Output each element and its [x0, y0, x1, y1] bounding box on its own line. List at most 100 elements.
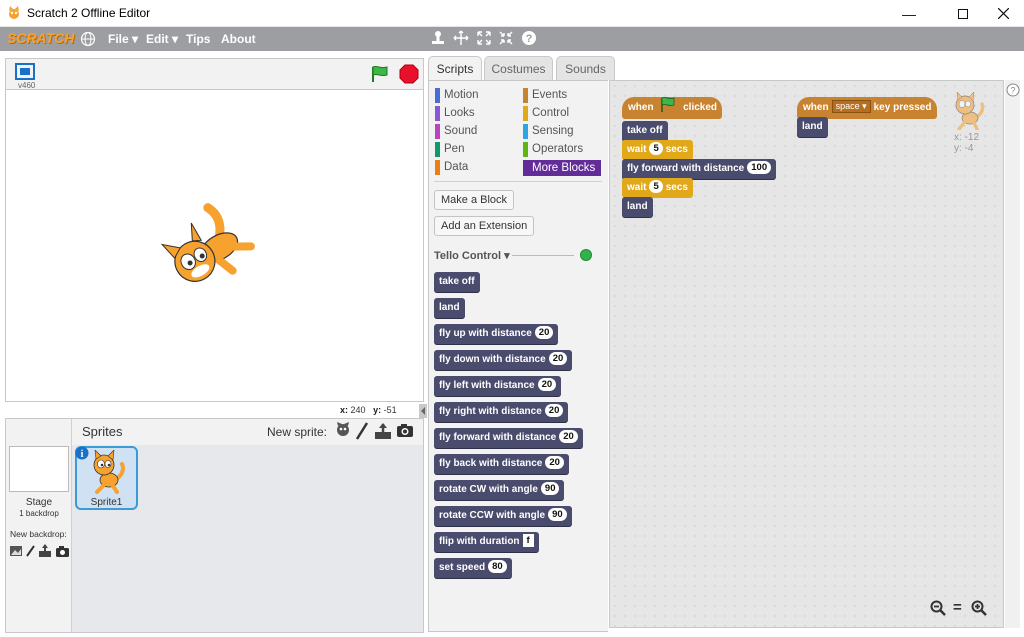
minimize-button[interactable]: —: [886, 0, 932, 27]
scratch-cat-icon: [9, 6, 19, 19]
palette-block-fly-forward[interactable]: fly forward with distance 20: [434, 428, 583, 448]
add-extension-button[interactable]: Add an Extension: [434, 216, 535, 236]
palette-block-take-off[interactable]: take off: [434, 272, 480, 292]
help-icon[interactable]: ?: [521, 30, 537, 46]
new-sprite-camera-icon[interactable]: [396, 423, 414, 438]
arg-input[interactable]: 20: [548, 352, 568, 365]
stop-sign-icon[interactable]: [399, 64, 419, 84]
palette-block-set-speed[interactable]: set speed 80: [434, 558, 512, 578]
script-block-wait-1[interactable]: wait 5 secs: [622, 140, 693, 160]
collapse-stage-arrow-icon[interactable]: [419, 404, 427, 418]
menu-bar: SCRATCH File ▾ Edit ▾ Tips About ?: [0, 27, 1024, 51]
grow-icon[interactable]: [476, 30, 492, 46]
arg-input[interactable]: 100: [747, 161, 772, 174]
palette-block-fly-left[interactable]: fly left with distance 20: [434, 376, 562, 396]
arg-input[interactable]: 90: [540, 482, 560, 495]
category-events[interactable]: Events: [523, 88, 567, 103]
sprites-header: Sprites New sprite:: [72, 419, 423, 445]
sprite-cat-on-stage[interactable]: [158, 198, 258, 298]
new-backdrop-label: New backdrop:: [10, 529, 67, 539]
close-icon: [997, 8, 1009, 19]
palette-block-fly-up[interactable]: fly up with distance 20: [434, 324, 559, 344]
backdrop-upload-icon: [39, 544, 51, 557]
palette-block-rotate-cw[interactable]: rotate CW with angle 90: [434, 480, 565, 500]
palette-block-fly-down[interactable]: fly down with distance 20: [434, 350, 573, 370]
script-block-land[interactable]: land: [622, 197, 653, 217]
presentation-mode-icon[interactable]: [15, 63, 35, 80]
delete-scissors-icon[interactable]: [453, 30, 469, 46]
category-looks[interactable]: Looks: [435, 106, 475, 121]
sprite1-name: Sprite1: [90, 497, 123, 508]
stage-thumbnail[interactable]: [9, 446, 69, 492]
palette-block-flip[interactable]: flip with duration f: [434, 532, 539, 552]
script-block-take-off[interactable]: take off: [622, 121, 668, 141]
globe-icon[interactable]: [80, 31, 96, 47]
zoom-in-icon[interactable]: [971, 600, 987, 616]
palette-block-fly-back[interactable]: fly back with distance 20: [434, 454, 569, 474]
menu-file[interactable]: File ▾: [108, 32, 138, 46]
category-sensing[interactable]: Sensing: [523, 124, 574, 139]
category-data[interactable]: Data: [435, 160, 468, 175]
stage-backdrop-count: 1 backdrop: [19, 509, 59, 518]
shrink-icon[interactable]: [498, 30, 514, 46]
scripts-scrollbar[interactable]: [1005, 80, 1020, 628]
arg-input[interactable]: 20: [559, 430, 578, 443]
stage-column: Stage 1 backdrop New backdrop:: [6, 419, 72, 632]
sprites-title: Sprites: [82, 424, 123, 439]
extension-menu[interactable]: Tello Control ▾: [434, 249, 510, 262]
arg-input[interactable]: 80: [488, 560, 507, 573]
minimize-icon: —: [902, 5, 916, 22]
stage-canvas[interactable]: [5, 89, 424, 402]
script-block-fly-forward[interactable]: fly forward with distance 100: [622, 159, 777, 179]
extension-status-indicator: [580, 249, 592, 261]
category-sound[interactable]: Sound: [435, 124, 477, 139]
close-window-button[interactable]: [980, 0, 1024, 27]
script2-block-land[interactable]: land: [797, 117, 828, 137]
sprite-position-readout: x: -12 y: -4: [954, 132, 980, 154]
category-operators[interactable]: Operators: [523, 142, 583, 157]
menu-tips[interactable]: Tips: [186, 32, 210, 46]
zoom-out-icon[interactable]: [930, 600, 946, 616]
green-flag-icon: [661, 97, 675, 112]
zoom-reset-button[interactable]: =: [953, 599, 962, 616]
script-hat-key-pressed[interactable]: when space ▾ key pressed: [797, 97, 938, 119]
arg-input[interactable]: f: [522, 534, 534, 547]
category-control[interactable]: Control: [523, 106, 569, 121]
arg-input[interactable]: 20: [534, 326, 554, 339]
arg-input[interactable]: 20: [544, 404, 564, 417]
key-dropdown[interactable]: space ▾: [831, 100, 871, 113]
category-divider: [434, 181, 602, 182]
menu-edit[interactable]: Edit ▾: [146, 32, 178, 46]
category-more-blocks[interactable]: More Blocks: [523, 160, 601, 176]
green-flag-icon[interactable]: [370, 65, 390, 83]
arg-input[interactable]: 5: [649, 180, 663, 193]
palette-block-rotate-ccw[interactable]: rotate CCW with angle 90: [434, 506, 572, 526]
help-circle-icon[interactable]: ?: [1006, 83, 1020, 97]
sprite-thumbnail-sprite1[interactable]: i Sprite1: [75, 446, 138, 510]
scratch-logo[interactable]: SCRATCH: [7, 30, 74, 46]
palette-block-fly-right[interactable]: fly right with distance 20: [434, 402, 569, 422]
arg-input[interactable]: 20: [545, 456, 564, 469]
category-motion[interactable]: Motion: [435, 88, 479, 103]
new-backdrop-icons: [10, 544, 69, 557]
maximize-icon: [958, 8, 968, 19]
tab-costumes[interactable]: Costumes: [484, 56, 553, 80]
tab-scripts[interactable]: Scripts: [428, 56, 482, 80]
palette-block-land[interactable]: land: [434, 298, 465, 318]
choose-sprite-from-library-icon[interactable]: [334, 422, 354, 440]
sprite1-cat-icon: [93, 450, 125, 494]
duplicate-stamp-icon[interactable]: [430, 30, 446, 46]
current-sprite-cat-icon: [955, 92, 985, 130]
arg-input[interactable]: 20: [537, 378, 557, 391]
backdrop-camera-icon: [56, 546, 69, 557]
paint-new-sprite-icon[interactable]: [355, 422, 369, 440]
category-pen[interactable]: Pen: [435, 142, 464, 157]
arg-input[interactable]: 90: [548, 508, 567, 521]
arg-input[interactable]: 5: [649, 142, 663, 155]
menu-about[interactable]: About: [221, 32, 256, 46]
upload-sprite-icon[interactable]: [374, 422, 392, 440]
tab-sounds[interactable]: Sounds: [556, 56, 615, 80]
script-block-wait-2[interactable]: wait 5 secs: [622, 178, 693, 198]
script-hat-green-flag[interactable]: when clicked: [622, 97, 722, 119]
make-a-block-button[interactable]: Make a Block: [434, 190, 515, 210]
